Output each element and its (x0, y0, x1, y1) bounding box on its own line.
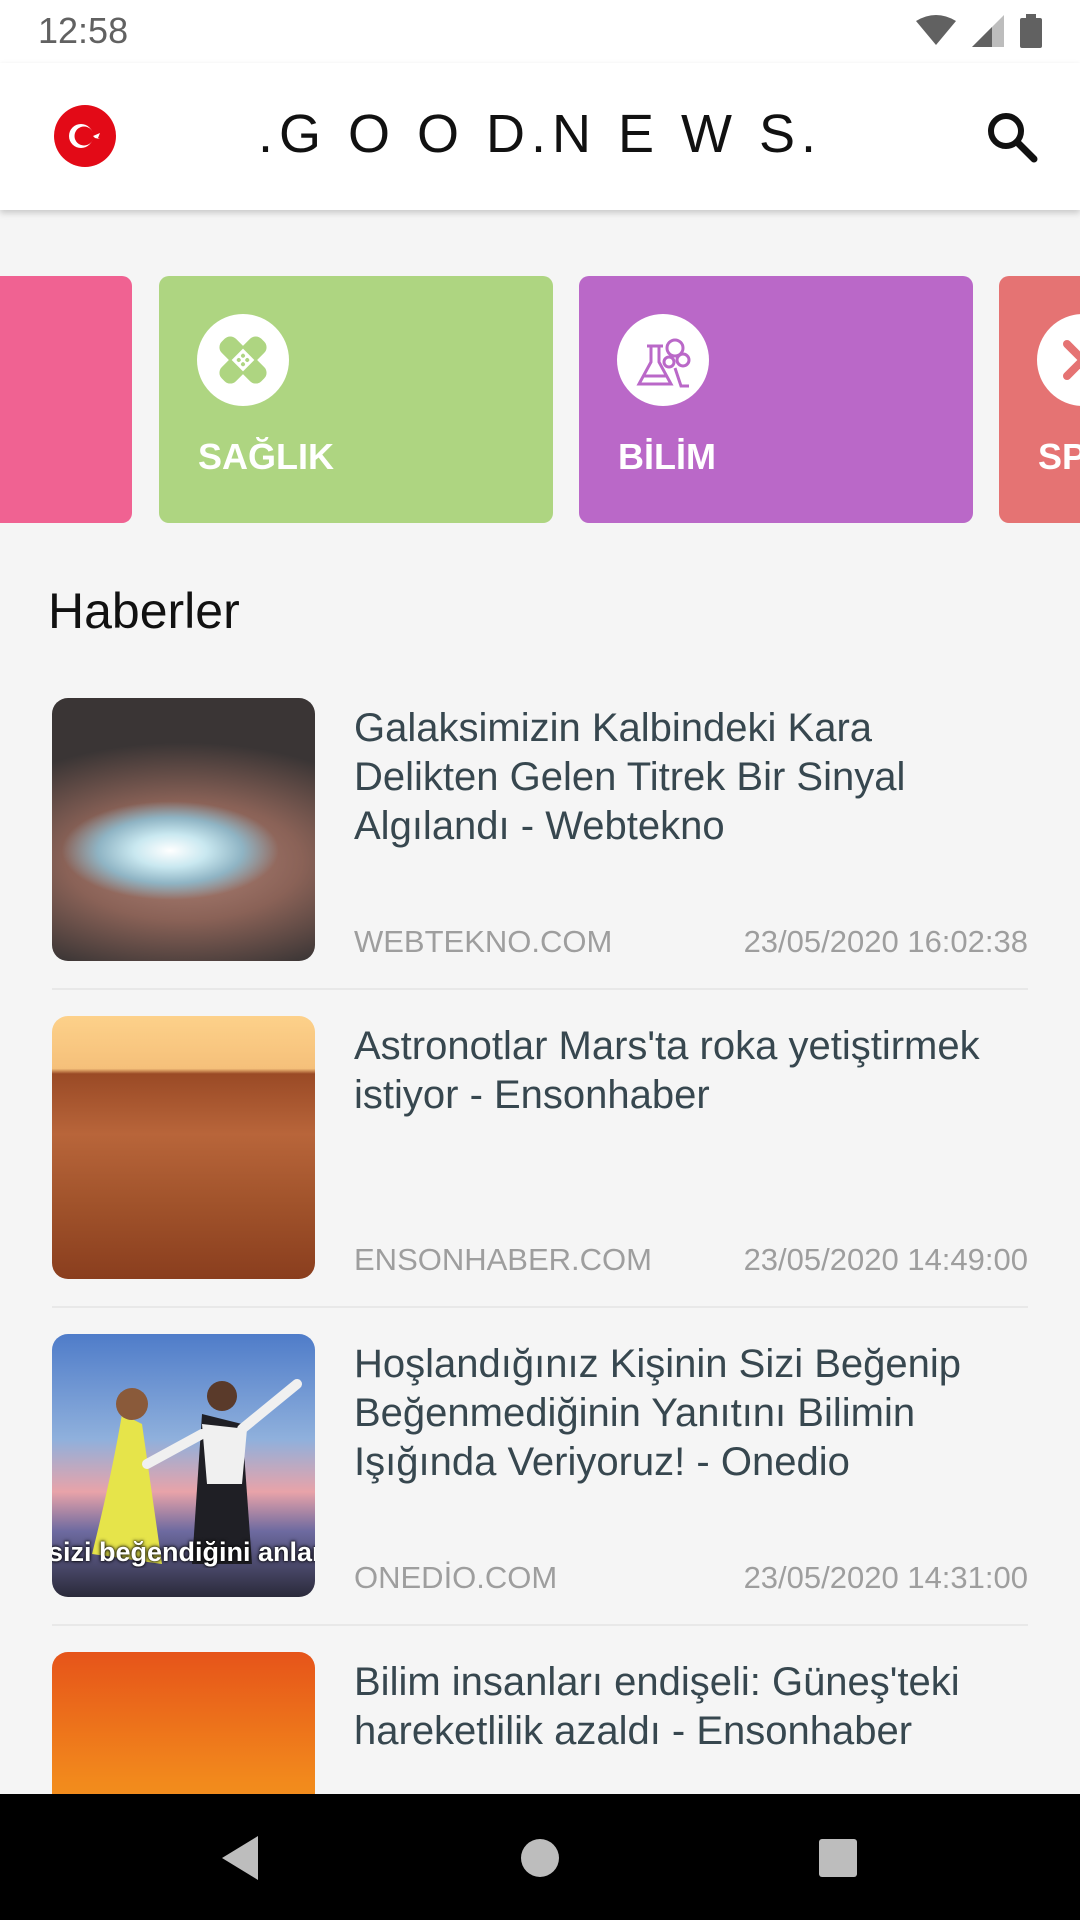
flask-icon (617, 314, 709, 406)
category-card[interactable] (0, 276, 132, 523)
news-thumbnail (52, 1016, 315, 1279)
news-item[interactable]: Astronotlar Mars'ta roka yetiştirmek ist… (52, 1016, 1028, 1334)
back-button[interactable] (212, 1830, 268, 1886)
news-source: ENSONHABER.COM (354, 1242, 652, 1277)
news-item[interactable]: Bilim insanları endişeli: Güneş'teki har… (52, 1652, 1028, 1794)
category-label: SAĞLIK (198, 436, 335, 477)
news-source: ONEDİO.COM (354, 1560, 558, 1595)
news-date: 23/05/2020 14:31:00 (743, 1560, 1028, 1595)
status-bar: 12:58 (0, 0, 1080, 63)
divider (52, 988, 1028, 990)
navigation-bar (0, 1794, 1080, 1920)
news-title: Galaksimizin Kalbindeki Kara Delikten Ge… (354, 706, 906, 848)
category-card-bilim[interactable]: BİLİM (579, 276, 973, 523)
divider (52, 1624, 1028, 1626)
news-thumbnail (52, 698, 315, 961)
bandage-icon (197, 314, 289, 406)
thumbnail-caption: sizi beğendiğini anlama (52, 1537, 315, 1567)
category-carousel[interactable]: SAĞLIK BİLİM SP (0, 276, 1080, 523)
status-time: 12:58 (38, 10, 129, 51)
category-label: BİLİM (618, 436, 716, 477)
x-icon (1037, 314, 1080, 406)
category-card-spor[interactable]: SP (999, 276, 1080, 523)
divider (52, 1306, 1028, 1308)
news-date: 23/05/2020 14:49:00 (743, 1242, 1028, 1277)
news-source: WEBTEKNO.COM (354, 924, 613, 959)
status-icons (916, 14, 1042, 48)
news-title: Astronotlar Mars'ta roka yetiştirmek ist… (354, 1024, 980, 1117)
category-card-saglik[interactable]: SAĞLIK (159, 276, 553, 523)
app-title: .G O O D.N E W S. (257, 104, 823, 164)
news-title: Bilim insanları endişeli: Güneş'teki har… (354, 1660, 960, 1753)
battery-icon (1020, 14, 1042, 48)
app-bar: .G O O D.N E W S. (0, 63, 1080, 210)
cell-signal-icon (972, 15, 1004, 47)
recents-button[interactable] (810, 1830, 866, 1886)
section-title: Haberler (48, 583, 240, 639)
recents-icon (819, 1839, 857, 1877)
search-button[interactable] (984, 109, 1040, 165)
wifi-icon (916, 15, 956, 45)
news-item[interactable]: Galaksimizin Kalbindeki Kara Delikten Ge… (52, 698, 1028, 1016)
news-title: Hoşlandığınız Kişinin Sizi Beğenip Beğen… (354, 1342, 962, 1484)
search-icon (988, 113, 1038, 163)
news-item[interactable]: sizi beğendiğini anlama Hoşlandığınız Ki… (52, 1334, 1028, 1652)
home-button[interactable] (512, 1830, 568, 1886)
news-list[interactable]: Galaksimizin Kalbindeki Kara Delikten Ge… (52, 698, 1028, 1794)
category-label: SP (1038, 436, 1080, 477)
news-date: 23/05/2020 16:02:38 (743, 924, 1028, 959)
home-icon (521, 1839, 559, 1877)
news-thumbnail: sizi beğendiğini anlama (52, 1334, 315, 1597)
back-icon (222, 1836, 258, 1880)
news-thumbnail (52, 1652, 315, 1794)
